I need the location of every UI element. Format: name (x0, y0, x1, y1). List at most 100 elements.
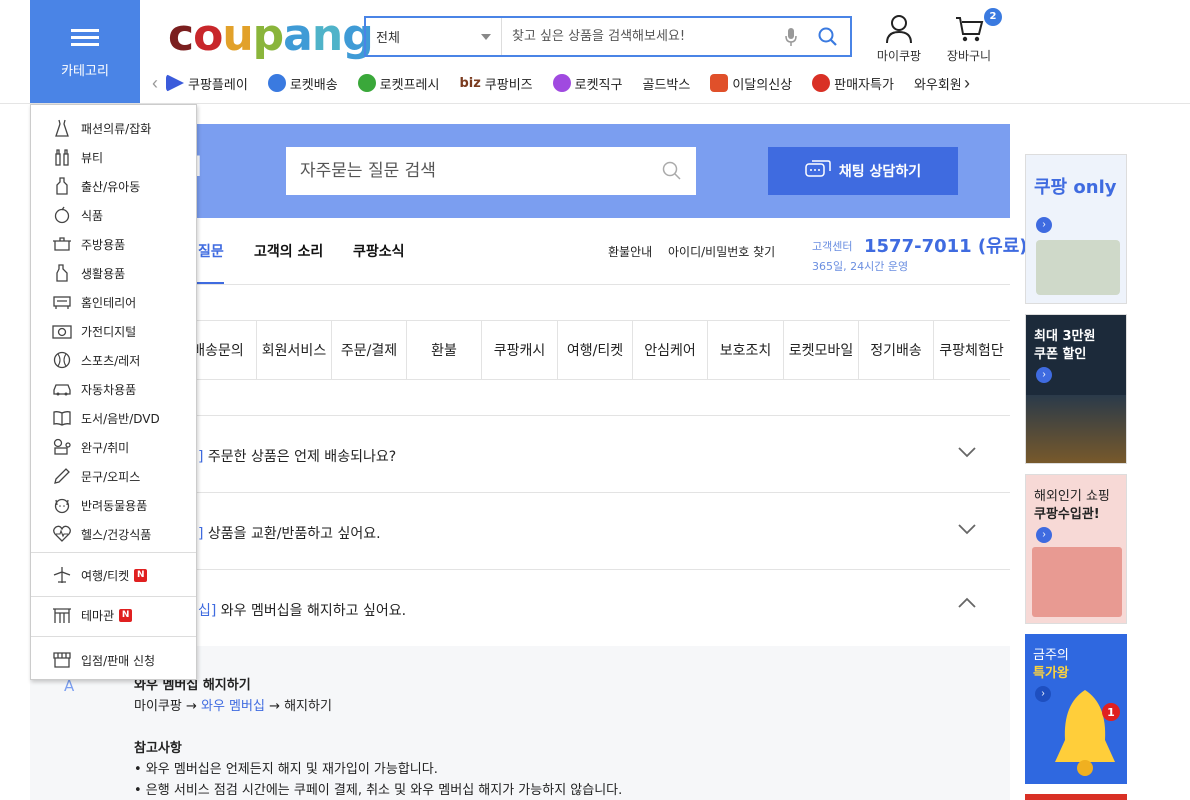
search-scope-select[interactable]: 전체 (366, 18, 502, 55)
car-icon (51, 380, 73, 398)
tab-faq[interactable]: 질문 (198, 241, 224, 261)
nav-prev-arrow-icon[interactable]: ‹ (152, 73, 158, 94)
quicknav-coupang-play[interactable]: 쿠팡플레이 (166, 74, 248, 93)
category-food[interactable]: 식품 (51, 204, 103, 226)
ad-import[interactable]: 해외인기 쇼핑 쿠팡수입관! › (1025, 474, 1127, 624)
category-fashion[interactable]: 패션의류/잡화 (51, 117, 151, 139)
faq-category-subscription[interactable]: 정기배송 (858, 320, 933, 380)
category-kitchen[interactable]: 주방용품 (51, 233, 125, 255)
quick-nav: ‹ 쿠팡플레이 로켓배송 로켓프레시 biz 쿠팡비즈 로켓직구 골드박스 이달의… (152, 70, 992, 96)
ad-coupon[interactable]: 최대 3만원 쿠폰 할인 › (1025, 314, 1127, 464)
quicknav-new-arrivals[interactable]: 이달의신상 (710, 74, 792, 93)
quicknav-goldbox[interactable]: 골드박스 (642, 74, 690, 93)
product-image (1032, 547, 1122, 617)
wow-membership-link[interactable]: 와우 멤버십 (201, 699, 265, 714)
category-seller-apply[interactable]: 입점/판매 신청 (51, 649, 155, 671)
sofa-icon (51, 293, 73, 311)
category-electronics[interactable]: 가전디지털 (51, 320, 136, 342)
mycoupang-button[interactable]: 마이쿠팡 (872, 14, 926, 64)
faq-category-safecare[interactable]: 안심케어 (632, 320, 707, 380)
quicknav-coupang-biz[interactable]: biz 쿠팡비즈 (459, 74, 532, 93)
faq-question-3[interactable]: 십] 와우 멤버십을 해지하고 싶어요. (198, 600, 406, 620)
chevron-right-icon: › (1036, 367, 1052, 383)
search-icon[interactable] (662, 161, 682, 181)
category-label: 카테고리 (61, 63, 109, 79)
quicknav-wow[interactable]: 와우회원 (914, 74, 960, 93)
gate-icon (51, 606, 73, 624)
faq-category-membership[interactable]: 회원서비스 (256, 320, 331, 380)
chevron-up-icon[interactable] (958, 594, 976, 612)
chat-icon (805, 160, 831, 177)
category-sports[interactable]: 스포츠/레저 (51, 349, 140, 371)
apple-icon (51, 206, 73, 224)
faq-search-box (286, 147, 696, 195)
quicknav-rocket-global[interactable]: 로켓직구 (552, 74, 622, 93)
faq-question-2[interactable]: ] 상품을 교환/반품하고 싶어요. (198, 523, 381, 543)
new-bag-icon (710, 74, 729, 92)
chat-consult-button[interactable]: 채팅 상담하기 (768, 147, 958, 195)
ad-coupang-only[interactable]: 쿠팡 only › (1025, 154, 1127, 304)
find-account-link[interactable]: 아이디/비밀번호 찾기 (668, 243, 775, 260)
search-icon[interactable] (806, 27, 850, 47)
store-icon (51, 651, 73, 669)
microphone-icon[interactable] (776, 27, 806, 47)
customer-center-hours: 365일, 24시간 운영 (812, 260, 909, 273)
rocket-fresh-icon (357, 74, 376, 92)
category-baby[interactable]: 출산/유아동 (51, 175, 140, 197)
category-toys[interactable]: 완구/취미 (51, 436, 129, 458)
faq-category-refund[interactable]: 환불 (406, 320, 481, 380)
menu-divider (31, 552, 196, 553)
faq-category-order[interactable]: 주문/결제 (331, 320, 406, 380)
new-badge: N (119, 608, 133, 622)
category-interior[interactable]: 홈인테리어 (51, 291, 136, 313)
chevron-down-icon[interactable] (958, 520, 976, 538)
rocket-icon (267, 74, 286, 92)
faq-question-1[interactable]: ] 주문한 상품은 언제 배송되나요? (198, 446, 396, 466)
tab-customer-voice[interactable]: 고객의 소리 (254, 241, 323, 261)
category-pets[interactable]: 반려동물용품 (51, 494, 147, 516)
ad-weekly-deal[interactable]: 금주의 특가왕 › 1 (1025, 634, 1127, 784)
nav-next-arrow-icon[interactable]: › (964, 73, 970, 94)
play-icon (166, 74, 184, 92)
faq-category-cash[interactable]: 쿠팡캐시 (481, 320, 557, 380)
category-stationery[interactable]: 문구/오피스 (51, 465, 140, 487)
answer-path: 마이쿠팡 → 와우 멤버십 → 해지하기 (134, 699, 332, 714)
rocket-global-icon (552, 74, 571, 92)
faq-search-input[interactable] (300, 161, 662, 181)
faq-category-travel[interactable]: 여행/티켓 (557, 320, 632, 380)
search-bar: 전체 (364, 16, 852, 57)
pencil-icon (51, 467, 73, 485)
category-auto[interactable]: 자동차용품 (51, 378, 136, 400)
category-books[interactable]: 도서/음반/DVD (51, 407, 160, 429)
cart-button[interactable]: 2 장바구니 (942, 8, 1002, 64)
answer-note-1: • 와우 멤버십은 언제든지 해지 및 재가입이 가능합니다. (134, 762, 438, 777)
baby-bottle-icon (51, 177, 73, 195)
category-living[interactable]: 생활용품 (51, 262, 125, 284)
refund-guide-link[interactable]: 환불안내 (608, 243, 652, 260)
quicknav-rocket-delivery[interactable]: 로켓배송 (267, 74, 338, 93)
quicknav-seller-deals[interactable]: 판매자특가 (812, 74, 894, 93)
category-theme[interactable]: 테마관 N (51, 604, 133, 626)
answer-note-2: • 은행 서비스 점검 시간에는 쿠페이 결제, 취소 및 와우 멤버십 해지가… (134, 783, 623, 798)
customer-center-phone: 1577-7011 (유료) (864, 236, 1028, 257)
category-travel[interactable]: 여행/티켓 N (51, 564, 148, 586)
faq-category-protection[interactable]: 보호조치 (707, 320, 783, 380)
tab-coupang-news[interactable]: 쿠팡소식 (353, 241, 405, 261)
category-health[interactable]: 헬스/건강식품 (51, 523, 151, 545)
faq-category-rocket-mobile[interactable]: 로켓모바일 (783, 320, 858, 380)
dog-icon (51, 496, 73, 514)
search-input[interactable] (502, 18, 776, 55)
quicknav-rocket-fresh[interactable]: 로켓프레시 (357, 74, 439, 93)
baseball-icon (51, 351, 73, 369)
menu-divider (31, 636, 196, 637)
category-menu-button[interactable]: 카테고리 (30, 0, 140, 103)
faq-category-experience[interactable]: 쿠팡체험단 (933, 320, 1009, 380)
category-beauty[interactable]: 뷰티 (51, 146, 103, 168)
ad-partial (1025, 794, 1127, 800)
chevron-down-icon[interactable] (958, 443, 976, 461)
coupang-logo[interactable]: coupang (168, 10, 374, 61)
hotel-image (1026, 395, 1126, 463)
bell-icon: 1 (1055, 690, 1120, 776)
toy-icon (51, 438, 73, 456)
dress-icon (51, 119, 73, 137)
